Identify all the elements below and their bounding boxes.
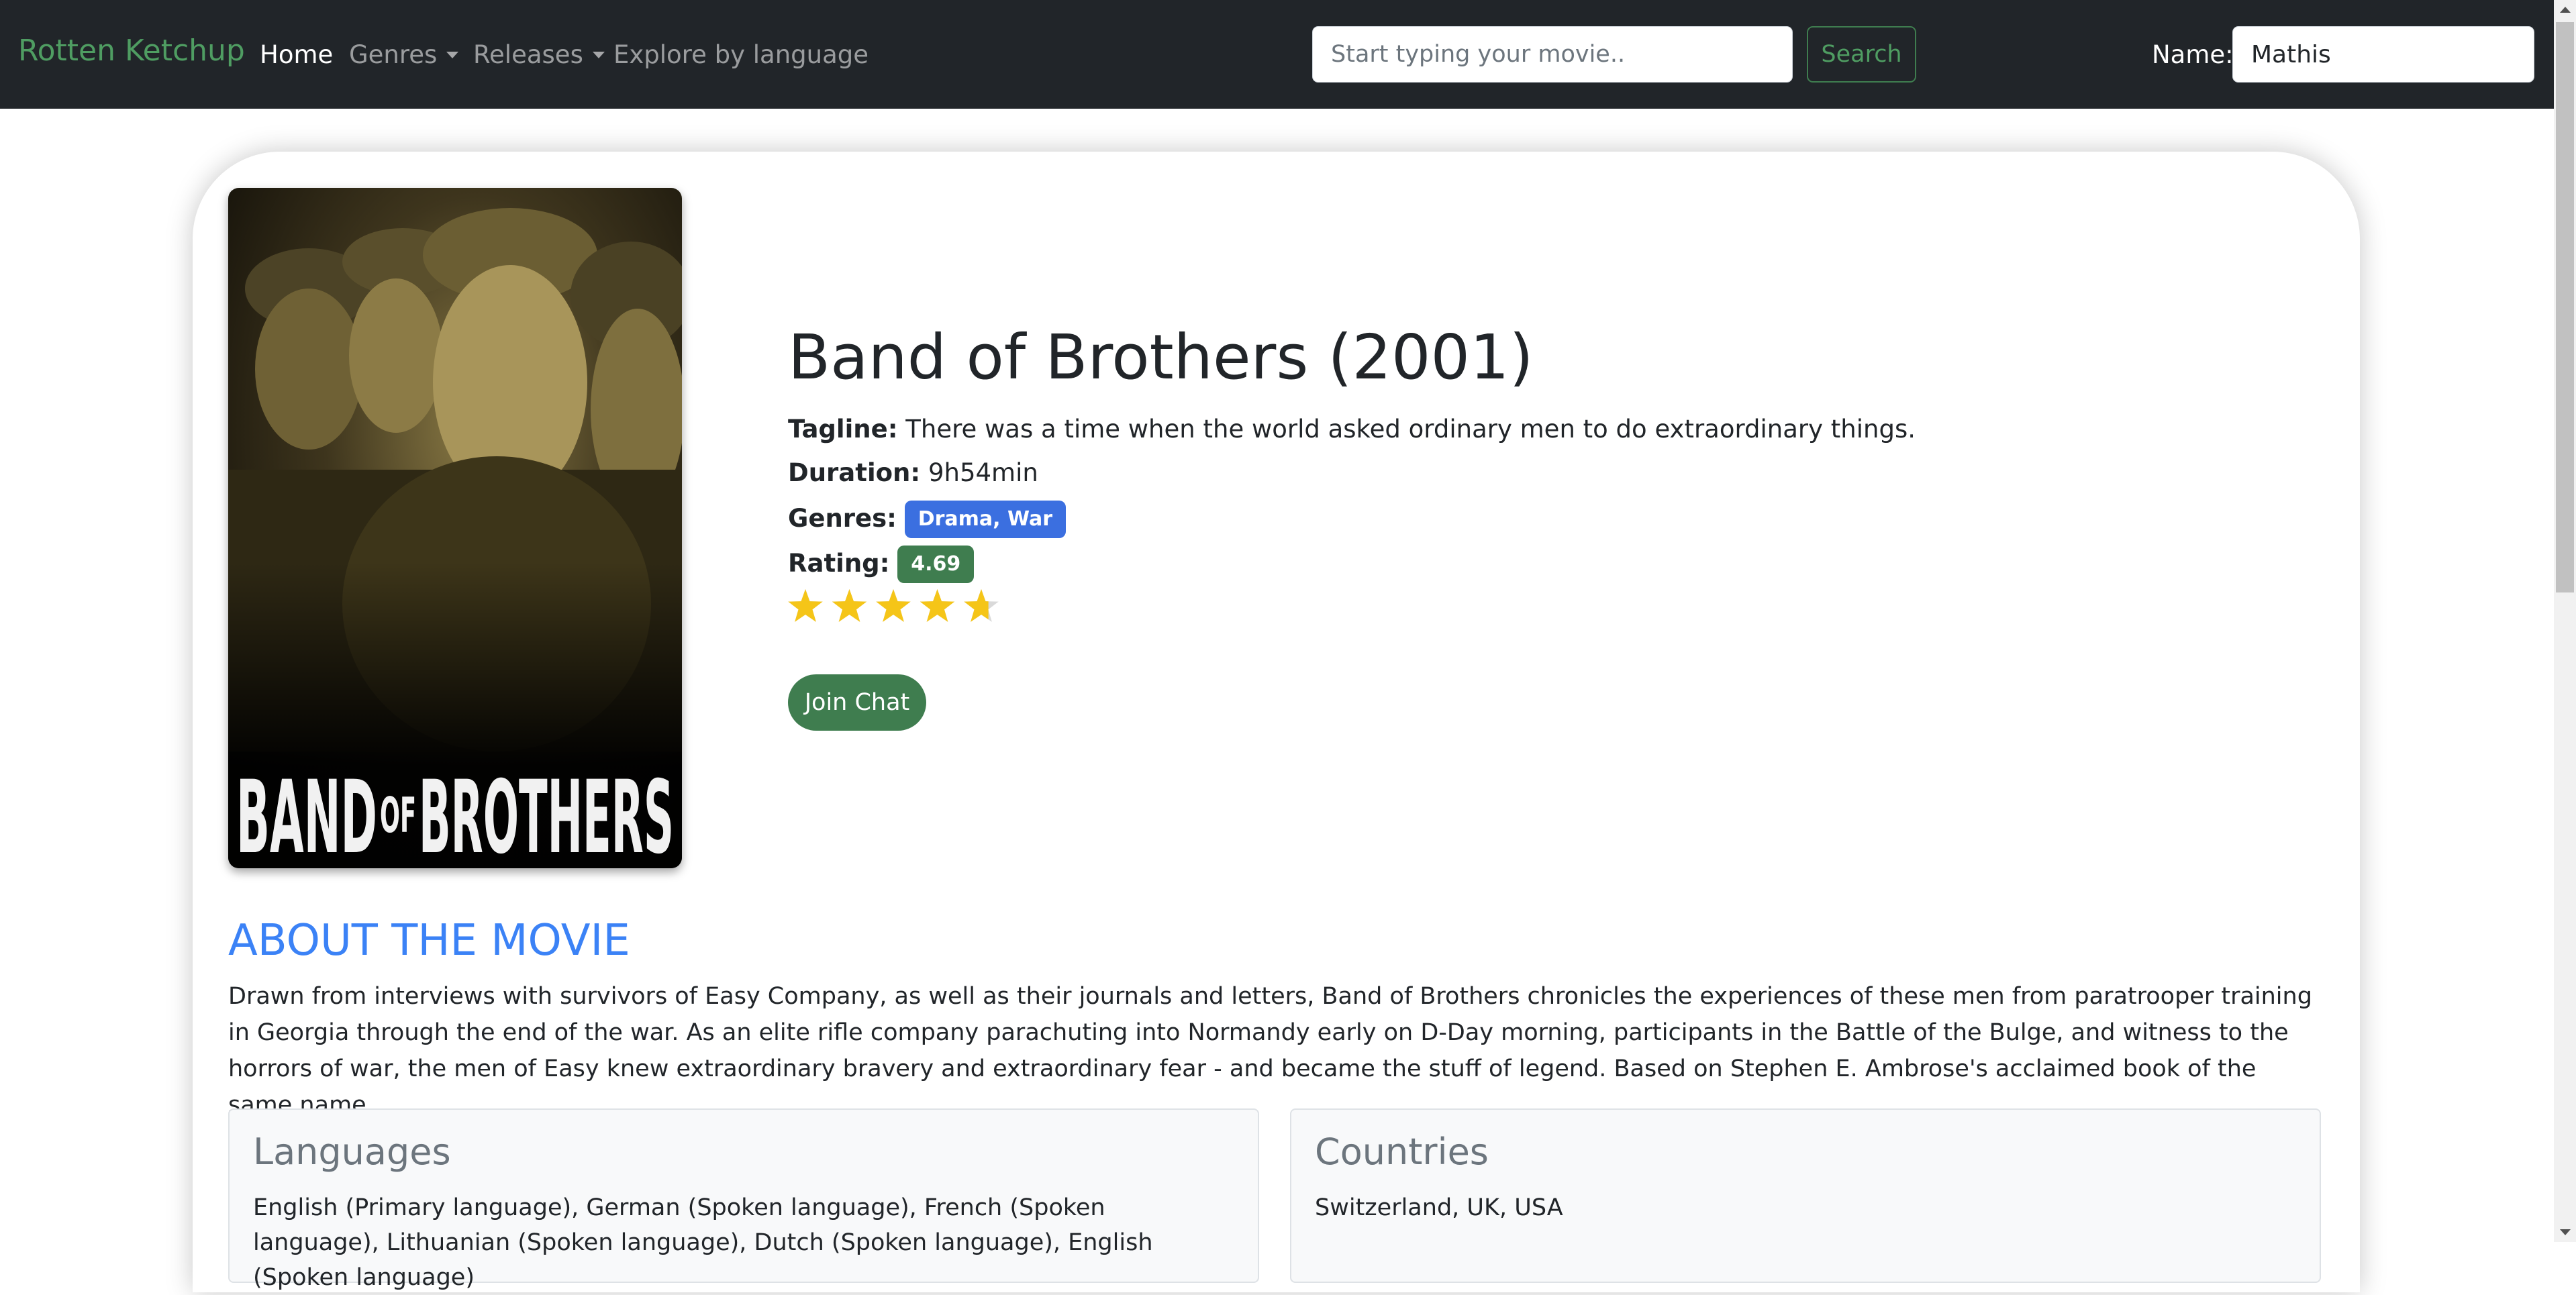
join-chat-button[interactable]: Join Chat bbox=[788, 674, 926, 731]
movie-search-input[interactable] bbox=[1312, 26, 1793, 83]
genres-badge: Drama, War bbox=[904, 501, 1067, 538]
nav-explore-language-label: Explore by language bbox=[613, 40, 869, 69]
chevron-down-icon bbox=[592, 52, 605, 58]
tagline-value: There was a time when the world asked or… bbox=[905, 415, 1916, 444]
poster-title-band: BAND bbox=[236, 760, 377, 868]
nav-genres-dropdown[interactable]: Genres bbox=[349, 40, 459, 70]
duration-row: Duration: 9h54min bbox=[788, 458, 1038, 488]
rating-badge: 4.69 bbox=[897, 546, 975, 583]
tagline-row: Tagline: There was a time when the world… bbox=[788, 414, 1916, 445]
countries-text: Switzerland, UK, USA bbox=[1315, 1194, 1563, 1221]
duration-label: Duration: bbox=[788, 458, 921, 487]
languages-box: Languages English (Primary language), Ge… bbox=[228, 1108, 1259, 1291]
duration-value: 9h54min bbox=[928, 458, 1038, 487]
about-heading: ABOUT THE MOVIE bbox=[228, 916, 630, 966]
scroll-down-arrow-icon[interactable] bbox=[2560, 1229, 2571, 1235]
scrollbar-thumb[interactable] bbox=[2556, 22, 2574, 592]
rating-stars bbox=[788, 589, 999, 622]
countries-box: Countries Switzerland, UK, USA bbox=[1290, 1108, 2321, 1283]
about-description: Drawn from interviews with survivors of … bbox=[228, 983, 2312, 1119]
name-input[interactable] bbox=[2232, 26, 2534, 83]
rating-row: Rating: 4.69 bbox=[788, 546, 975, 583]
navbar: Rotten Ketchup Home Genres Releases Expl… bbox=[0, 0, 2554, 109]
brand-logo[interactable]: Rotten Ketchup bbox=[18, 34, 245, 69]
nav-explore-language-link[interactable]: Explore by language bbox=[613, 40, 869, 70]
nav-genres-label: Genres bbox=[349, 40, 438, 69]
star-icon bbox=[920, 589, 955, 622]
nav-releases-label: Releases bbox=[473, 40, 583, 69]
page-scrollbar[interactable] bbox=[2554, 0, 2576, 1242]
star-icon bbox=[876, 589, 911, 622]
poster-image: BAND OF BROTHERS bbox=[228, 188, 682, 868]
movie-title: Band of Brothers (2001) bbox=[788, 321, 1534, 393]
scroll-up-arrow-icon[interactable] bbox=[2560, 7, 2571, 13]
movie-poster: BAND OF BROTHERS bbox=[228, 188, 682, 868]
nav-home-link[interactable]: Home bbox=[260, 40, 333, 70]
countries-title: Countries bbox=[1315, 1131, 1489, 1173]
search-button[interactable]: Search bbox=[1807, 26, 1916, 83]
chevron-down-icon bbox=[446, 52, 459, 58]
star-icon bbox=[788, 589, 823, 622]
rating-label: Rating: bbox=[788, 549, 890, 578]
poster-title-of: OF bbox=[380, 787, 416, 843]
tagline-label: Tagline: bbox=[788, 415, 898, 444]
nav-home-label: Home bbox=[260, 40, 334, 69]
genres-row: Genres: Drama, War bbox=[788, 501, 1067, 538]
languages-text: English (Primary language), German (Spok… bbox=[253, 1194, 1153, 1291]
star-icon bbox=[832, 589, 867, 622]
name-label: Name: bbox=[2152, 40, 2234, 69]
genres-label: Genres: bbox=[788, 504, 897, 533]
poster-title-brothers: BROTHERS bbox=[419, 760, 674, 868]
languages-title: Languages bbox=[253, 1131, 451, 1173]
nav-releases-dropdown[interactable]: Releases bbox=[473, 40, 605, 70]
